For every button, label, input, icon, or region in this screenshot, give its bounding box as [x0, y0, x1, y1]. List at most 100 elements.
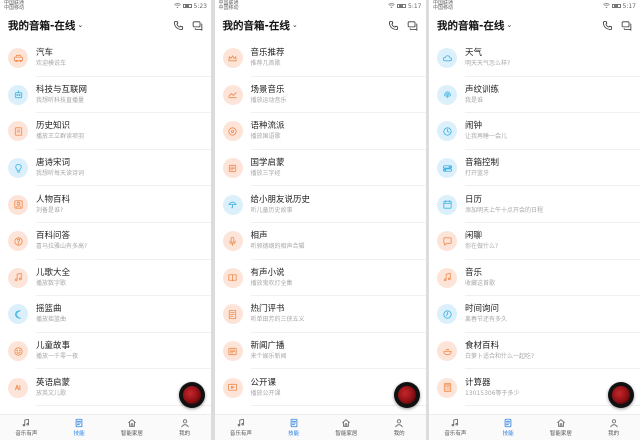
- item-title: 儿歌大全: [36, 267, 71, 278]
- list-item[interactable]: 时间询问 离春节还有多久: [429, 296, 640, 333]
- speaker-selector[interactable]: 我的音箱-在线 ⌄: [437, 18, 512, 33]
- phone-icon[interactable]: [388, 20, 399, 31]
- nav-tab-skill[interactable]: 技能: [482, 415, 535, 440]
- person-icon: [8, 194, 28, 215]
- status-bar: 中国联通 中国移动 5:23: [0, 0, 211, 12]
- list-item[interactable]: 场景音乐 播放运动音乐: [215, 77, 426, 114]
- speaker-avatar-button[interactable]: [608, 382, 634, 408]
- item-subtitle: 来个娱乐新闻: [250, 353, 287, 361]
- list-item[interactable]: 汽车 欢迎模说车: [0, 40, 211, 77]
- nav-tab-music-note[interactable]: 音乐有声: [215, 415, 268, 440]
- list-item[interactable]: 科技与互联网 我想听科技直播量: [0, 77, 211, 114]
- nav-tab-user[interactable]: 我的: [158, 415, 211, 440]
- speaker-selector[interactable]: 我的音箱-在线 ⌄: [8, 18, 83, 33]
- calc-icon: [437, 377, 457, 398]
- user-icon: [180, 419, 189, 428]
- cloud-icon: [437, 48, 457, 69]
- list-item[interactable]: 闲聊 你在做什么?: [429, 223, 640, 260]
- list-item[interactable]: 百科问答 喜马拉雅山有多高?: [0, 223, 211, 260]
- item-text: 闹钟 让我再睡一会儿: [465, 121, 507, 141]
- header-actions: [602, 20, 632, 31]
- nav-tab-music-note[interactable]: 音乐有声: [0, 415, 53, 440]
- nav-tab-home[interactable]: 智能家居: [535, 415, 588, 440]
- item-subtitle: 我是谁: [465, 96, 484, 104]
- phone-icon[interactable]: [602, 20, 613, 31]
- toggle-icon: [437, 158, 457, 179]
- item-subtitle: 推荐几首歌: [250, 60, 281, 68]
- list-item[interactable]: 公开课 播放公开课: [215, 369, 426, 406]
- chevron-down-icon: ⌄: [77, 21, 84, 29]
- list-item[interactable]: 儿童故事 播放一千零一夜: [0, 333, 211, 370]
- phone-screen-1: 中国联通 中国移动 5:23 我的音箱-在线 ⌄ 汽车 欢迎模说车 科技与互联网 我想…: [0, 0, 211, 440]
- item-title: 热门评书: [250, 304, 285, 315]
- item-subtitle: 放英文儿歌: [36, 389, 67, 397]
- list-item[interactable]: 历史知识 播放王立群读项羽: [0, 113, 211, 150]
- status-time: 5:23: [193, 2, 207, 10]
- list-item[interactable]: 有声小说 播放鬼吹灯全集: [215, 260, 426, 297]
- list-item[interactable]: 摇篮曲 播放摇篮曲: [0, 296, 211, 333]
- item-title: 音乐推荐: [250, 48, 285, 59]
- nav-tab-user[interactable]: 我的: [373, 415, 426, 440]
- list-item[interactable]: 食材百科 白萝卜适合和什么一起吃?: [429, 333, 640, 370]
- item-title: 人物百科: [36, 194, 71, 205]
- message-icon[interactable]: [192, 20, 203, 31]
- nav-tab-user[interactable]: 我的: [587, 415, 640, 440]
- list-item[interactable]: 日历 添加明天上午十点开会的日程: [429, 186, 640, 223]
- skill-list: 音乐推荐 推荐几首歌 场景音乐 播放运动音乐 语种流派 播放国语歌 国学启蒙 播放三字经 给小朋…: [215, 38, 426, 414]
- item-subtitle: 播放鬼吹灯全集: [250, 279, 293, 287]
- nav-tab-skill[interactable]: 技能: [267, 415, 320, 440]
- item-text: 计算器 13015306等于多少: [465, 378, 520, 398]
- smile-icon: [8, 341, 28, 362]
- nav-tab-home[interactable]: 智能家居: [106, 415, 159, 440]
- calendar-icon: [437, 194, 457, 215]
- list-item[interactable]: 闹钟 让我再睡一会儿: [429, 113, 640, 150]
- item-subtitle: 欢迎模说车: [36, 60, 67, 68]
- page-title: 我的音箱-在线: [437, 19, 505, 32]
- nav-tab-music-note[interactable]: 音乐有声: [429, 415, 482, 440]
- list-item[interactable]: 给小朋友说历史 听儿童历史故事: [215, 186, 426, 223]
- speaker-avatar-button[interactable]: [393, 382, 420, 408]
- robot-icon: [8, 84, 28, 105]
- list-item[interactable]: 音乐 收藏这首歌: [429, 260, 640, 297]
- message-icon[interactable]: [621, 20, 632, 31]
- wifi-icon: [173, 3, 181, 9]
- item-text: 人物百科 刘备是谁?: [36, 195, 70, 215]
- skill-list: 天气 明天天气怎么样? 声纹训练 我是谁 闹钟 让我再睡一会儿音箱控制 打开蓝牙 日历 添加明天…: [429, 38, 640, 414]
- list-item[interactable]: 人物百科 刘备是谁?: [0, 186, 211, 223]
- item-title: 闲聊: [465, 231, 483, 242]
- item-title: 新闻广播: [250, 341, 285, 352]
- list-item[interactable]: 热门评书 听单田芳的三侠五义: [215, 296, 426, 333]
- list-item[interactable]: 唐诗宋词 我想听每天读诗词: [0, 150, 211, 187]
- list-item[interactable]: 儿歌大全 播放数字歌: [0, 260, 211, 297]
- bottom-nav: 音乐有声 技能 智能家居 我的: [0, 414, 211, 440]
- list-item[interactable]: 声纹训练 我是谁: [429, 77, 640, 114]
- item-subtitle: 听儿童历史故事: [250, 206, 293, 214]
- nav-tab-skill[interactable]: 技能: [53, 415, 106, 440]
- speaker-avatar-button[interactable]: [179, 382, 205, 408]
- page-title: 我的音箱-在线: [222, 19, 290, 32]
- list-item[interactable]: 天气 明天天气怎么样?: [429, 40, 640, 77]
- list-item[interactable]: 音乐推荐 推荐几首歌: [215, 40, 426, 77]
- status-time: 5:17: [408, 2, 422, 10]
- item-text: 闲聊 你在做什么?: [465, 231, 498, 251]
- nav-tab-label: 智能家居: [549, 431, 572, 437]
- chevron-down-icon: ⌄: [506, 21, 513, 29]
- list-item[interactable]: 相声 听郭德纲的相声合辑: [215, 223, 426, 260]
- list-item[interactable]: 音箱控制 打开蓝牙: [429, 150, 640, 187]
- list-item[interactable]: 语种流派 播放国语歌: [215, 113, 426, 150]
- phone-icon[interactable]: [173, 20, 184, 31]
- item-subtitle: 刘备是谁?: [36, 206, 64, 214]
- list-item[interactable]: 国学启蒙 播放三字经: [215, 150, 426, 187]
- item-title: 百科问答: [36, 231, 71, 242]
- item-title: 场景音乐: [250, 84, 285, 95]
- nav-tab-home[interactable]: 智能家居: [320, 415, 373, 440]
- speaker-selector[interactable]: 我的音箱-在线 ⌄: [223, 18, 298, 33]
- item-text: 声纹训练 我是谁: [465, 85, 499, 105]
- item-text: 天气 明天天气怎么样?: [465, 48, 510, 68]
- user-icon: [609, 419, 618, 428]
- item-subtitle: 听单田芳的三侠五义: [250, 316, 305, 324]
- message-icon[interactable]: [407, 20, 418, 31]
- clock-icon: [437, 121, 457, 142]
- fingerprint-icon: [437, 84, 457, 105]
- list-item[interactable]: 新闻广播 来个娱乐新闻: [215, 333, 426, 370]
